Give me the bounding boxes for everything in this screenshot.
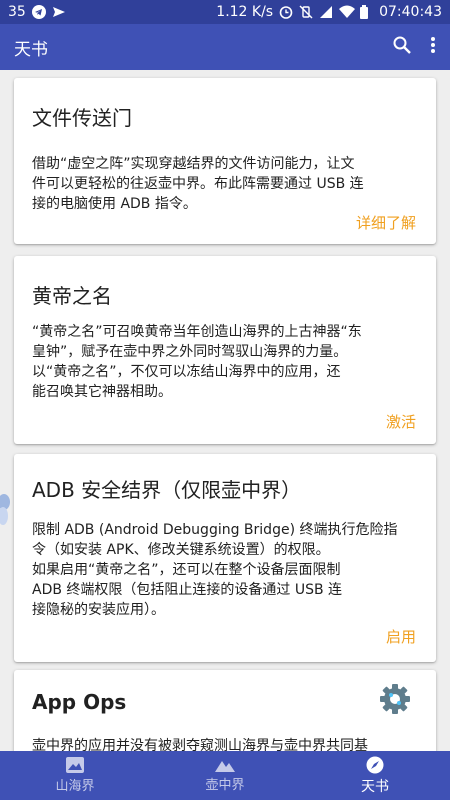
search-icon[interactable] <box>392 35 412 59</box>
settings-gear-icon[interactable] <box>378 682 412 720</box>
card-body-line: 借助“虚空之阵”实现穿越结界的文件访问能力，让文 <box>32 156 355 172</box>
card-body-line: 接的电脑使用 ADB 指令。 <box>32 196 197 212</box>
status-right: 1.12 K/s 07:40:43 <box>216 4 442 20</box>
nav-label: 壶中界 <box>205 778 245 793</box>
status-left: 35 <box>8 4 66 20</box>
mountain-icon <box>215 761 235 772</box>
card-adb-barrier: ADB 安全结界（仅限壶中界） 限制 ADB (Android Debuggin… <box>14 454 436 662</box>
app-actions <box>392 35 436 59</box>
nav-item-shanhai[interactable]: 山海界 <box>0 751 150 800</box>
signal-icon <box>319 5 333 19</box>
compass-icon <box>366 756 384 773</box>
nav-label: 天书 <box>361 778 389 795</box>
card-body: 壶中界的应用并没有被剥夺窥测山海界与壶中界共同基 <box>32 736 422 751</box>
clock: 07:40:43 <box>379 4 442 20</box>
wifi-icon <box>339 5 356 19</box>
nav-item-huzhong[interactable]: 壶中界 <box>150 751 300 800</box>
card-body-line: 限制 ADB (Android Debugging Bridge) 终端执行危险… <box>32 522 398 538</box>
card-body-line: 以“黄帝之名”，不仅可以冻结山海界中的应用，还 <box>32 364 341 380</box>
vibrate-off-icon <box>299 5 313 19</box>
card-body-line: 件可以更轻松的往返壶中界。布此阵需要通过 USB 连 <box>32 176 364 192</box>
nav-item-tianshu[interactable]: 天书 <box>300 751 450 800</box>
card-body-line: 皇钟”，赋予在壶中界之外同时驾驭山海界的力量。 <box>32 344 348 360</box>
activate-button[interactable]: 激活 <box>386 411 416 432</box>
card-body-line: 如果启用“黄帝之名”，还可以在整个设备层面限制 <box>32 562 341 578</box>
nav-label: 山海界 <box>55 779 95 794</box>
card-title: 文件传送门 <box>32 106 132 130</box>
card-file-portal: 文件传送门 借助“虚空之阵”实现穿越结界的文件访问能力，让文 件可以更轻松的往返… <box>14 78 436 244</box>
card-title: 黄帝之名 <box>32 284 112 308</box>
card-body-line: 能召唤其它神器相助。 <box>32 384 172 400</box>
card-body-line: ADB 终端权限（包括阻止连接的设备通过 USB 连 <box>32 582 343 598</box>
card-body-line: “黄帝之名”可召唤黄帝当年创造山海界的上古神器“东 <box>32 324 362 340</box>
content-scroll[interactable]: 文件传送门 借助“虚空之阵”实现穿越结界的文件访问能力，让文 件可以更轻松的往返… <box>0 70 450 751</box>
card-body-line: 接隐秘的安装应用）。 <box>32 602 165 618</box>
card-body-line: 令（如安装 APK、修改关键系统设置）的权限。 <box>32 542 330 558</box>
card-body: “黄帝之名”可召唤黄帝当年创造山海界的上古神器“东 皇钟”，赋予在壶中界之外同时… <box>32 322 422 402</box>
card-body-line: 壶中界的应用并没有被剥夺窥测山海界与壶中界共同基 <box>32 738 368 751</box>
bottom-navigation: 山海界 壶中界 天书 <box>0 751 450 800</box>
app-bar: 天书 <box>0 24 450 70</box>
card-app-ops[interactable]: App Ops 壶中界的应用并没有被剥夺窥测山海界与壶中界共同基 <box>14 670 436 751</box>
status-count: 35 <box>8 4 26 20</box>
app-title: 天书 <box>14 39 48 60</box>
card-title: ADB 安全结界（仅限壶中界） <box>32 478 302 502</box>
send-icon <box>52 5 66 19</box>
status-bar: 35 1.12 K/s 07:40:43 <box>0 0 450 24</box>
learn-more-button[interactable]: 详细了解 <box>356 212 416 233</box>
card-title: App Ops <box>32 690 127 714</box>
network-speed: 1.12 K/s <box>216 4 274 20</box>
image-icon <box>66 757 84 773</box>
card-huangdi-name: 黄帝之名 “黄帝之名”可召唤黄帝当年创造山海界的上古神器“东 皇钟”，赋予在壶中… <box>14 256 436 444</box>
more-vert-icon[interactable] <box>430 35 436 59</box>
enable-button[interactable]: 启用 <box>386 626 416 647</box>
battery-icon <box>359 5 373 19</box>
card-body: 限制 ADB (Android Debugging Bridge) 终端执行危险… <box>32 520 422 620</box>
card-body: 借助“虚空之阵”实现穿越结界的文件访问能力，让文 件可以更轻松的往返壶中界。布此… <box>32 154 422 214</box>
floating-assistant-icon[interactable] <box>0 492 12 526</box>
telegram-icon <box>31 5 46 19</box>
alarm-icon <box>279 5 293 19</box>
